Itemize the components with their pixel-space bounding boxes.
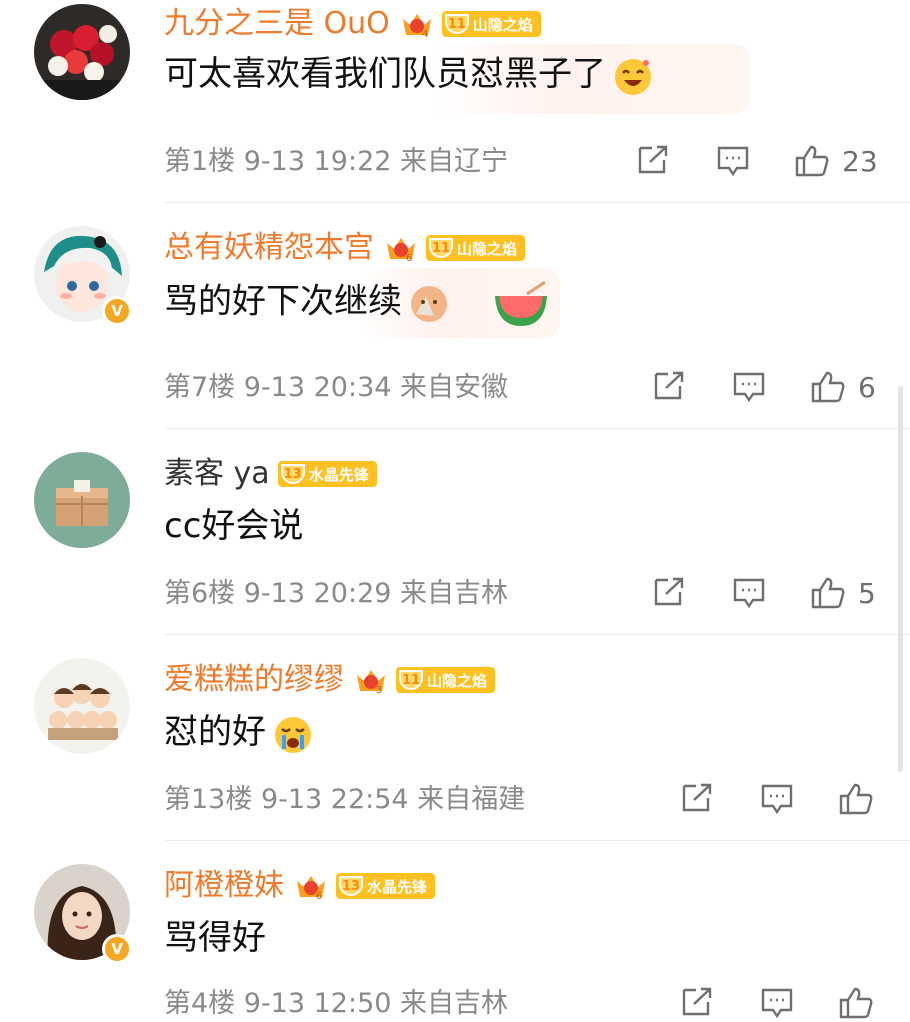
comment-text: 骂得好	[164, 914, 266, 962]
grin-emoji-icon	[615, 58, 651, 95]
fan-level: 11	[429, 238, 453, 258]
share-button[interactable]	[680, 986, 714, 1018]
thumbs-up-icon	[795, 145, 829, 177]
fan-badge[interactable]: 11 山隐之焰	[426, 235, 526, 261]
comment-icon	[717, 146, 749, 177]
fan-badge[interactable]: 11 山隐之焰	[441, 11, 541, 37]
verified-badge-icon: V	[102, 934, 132, 964]
comment-icon	[761, 784, 793, 815]
fan-badge[interactable]: 11 山隐之焰	[396, 667, 496, 693]
fan-level: 11	[444, 14, 469, 34]
comment-text: cc好会说	[164, 502, 303, 550]
comment-body: 可太喜欢看我们队员怼黑子了	[164, 54, 606, 94]
avatar[interactable]	[34, 452, 130, 548]
username-row: 素客 ya 13 水晶先锋	[164, 454, 377, 494]
like-count: 6	[858, 370, 876, 404]
watermelon-icon	[494, 280, 547, 326]
comment-text: 可太喜欢看我们队员怼黑子了	[164, 50, 654, 98]
fan-badge[interactable]: 13 水晶先锋	[277, 461, 377, 487]
svg-text:6: 6	[316, 891, 322, 901]
svg-text:4: 4	[422, 29, 428, 39]
comment-meta: 第7楼 9-13 20:34 来自安徽	[164, 372, 509, 403]
username[interactable]: 阿橙橙妹	[164, 866, 284, 906]
crown-badge-icon: 3	[357, 670, 385, 695]
comment-icon	[733, 372, 765, 403]
username-row: 九分之三是 OuO 4 11 山隐之焰	[164, 4, 541, 44]
comment-icon	[761, 988, 793, 1019]
avatar[interactable]	[34, 4, 130, 100]
share-icon	[654, 371, 684, 400]
comment-body: 怼的好	[164, 712, 266, 752]
username[interactable]: 素客 ya	[164, 454, 270, 494]
divider	[164, 840, 910, 841]
fan-title: 水晶先锋	[308, 465, 369, 484]
reply-button[interactable]	[732, 576, 766, 610]
reply-button[interactable]	[760, 782, 794, 816]
fan-emoji-icon	[411, 286, 447, 322]
fan-title: 水晶先锋	[367, 877, 428, 896]
comment-text: 骂的好下次继续	[164, 276, 551, 330]
username[interactable]: 九分之三是 OuO	[164, 4, 390, 44]
fan-title: 山隐之焰	[472, 15, 533, 34]
comment-body: 骂的好下次继续	[164, 281, 402, 322]
username-row: 总有妖精怨本宫 6 11 山隐之焰	[164, 228, 526, 268]
share-icon	[682, 783, 712, 812]
scrollbar[interactable]	[898, 386, 903, 772]
username[interactable]: 爱糕糕的缪缪	[164, 660, 344, 700]
crown-badge-icon: 6	[387, 238, 415, 263]
crown-badge-icon: 6	[297, 876, 325, 901]
share-icon	[682, 987, 712, 1016]
comment-meta: 第13楼 9-13 22:54 来自福建	[164, 784, 526, 815]
share-button[interactable]	[680, 782, 714, 814]
like-button[interactable]	[838, 782, 874, 816]
comment-meta: 第1楼 9-13 19:22 来自辽宁	[164, 146, 509, 177]
thumbs-up-icon	[839, 783, 873, 815]
like-button[interactable]: 23	[794, 144, 878, 178]
share-icon	[654, 577, 684, 606]
divider	[164, 634, 910, 635]
share-button[interactable]	[652, 370, 686, 402]
like-count: 5	[858, 576, 876, 610]
fan-level: 13	[280, 464, 305, 484]
fan-level: 11	[399, 670, 423, 690]
thumbs-up-icon	[839, 987, 873, 1019]
comment-body: 骂得好	[164, 918, 266, 958]
fan-level: 13	[339, 876, 363, 896]
username-row: 阿橙橙妹 6 13 水晶先锋	[164, 866, 436, 906]
share-icon	[638, 145, 668, 174]
fan-title: 山隐之焰	[427, 671, 488, 690]
verified-badge-icon: V	[102, 296, 132, 326]
comment-body: cc好会说	[164, 506, 304, 546]
svg-text:3: 3	[376, 685, 382, 695]
divider	[164, 428, 910, 429]
username-row: 爱糕糕的缪缪 3 11 山隐之焰	[164, 660, 496, 700]
divider	[164, 202, 910, 203]
fan-title: 山隐之焰	[457, 239, 518, 258]
like-button[interactable]: 5	[810, 576, 876, 610]
username[interactable]: 总有妖精怨本宫	[164, 228, 374, 268]
reply-button[interactable]	[760, 986, 794, 1020]
thumbs-up-icon	[811, 371, 845, 403]
share-button[interactable]	[652, 576, 686, 608]
like-button[interactable]: 6	[810, 370, 876, 404]
comment-text: 怼的好	[164, 708, 314, 756]
comment-icon	[733, 578, 765, 609]
crying-emoji-icon	[275, 716, 311, 753]
reply-button[interactable]	[732, 370, 766, 404]
svg-text:6: 6	[406, 253, 412, 263]
thumbs-up-icon	[811, 577, 845, 609]
crown-badge-icon: 4	[402, 14, 431, 39]
comment-meta: 第6楼 9-13 20:29 来自吉林	[164, 578, 509, 609]
avatar[interactable]	[34, 658, 130, 754]
comment-meta: 第4楼 9-13 12:50 来自吉林	[164, 988, 509, 1019]
like-count: 23	[842, 144, 878, 178]
fan-badge[interactable]: 13 水晶先锋	[336, 873, 436, 899]
share-button[interactable]	[636, 144, 670, 176]
reply-button[interactable]	[716, 144, 750, 178]
like-button[interactable]	[838, 986, 874, 1020]
